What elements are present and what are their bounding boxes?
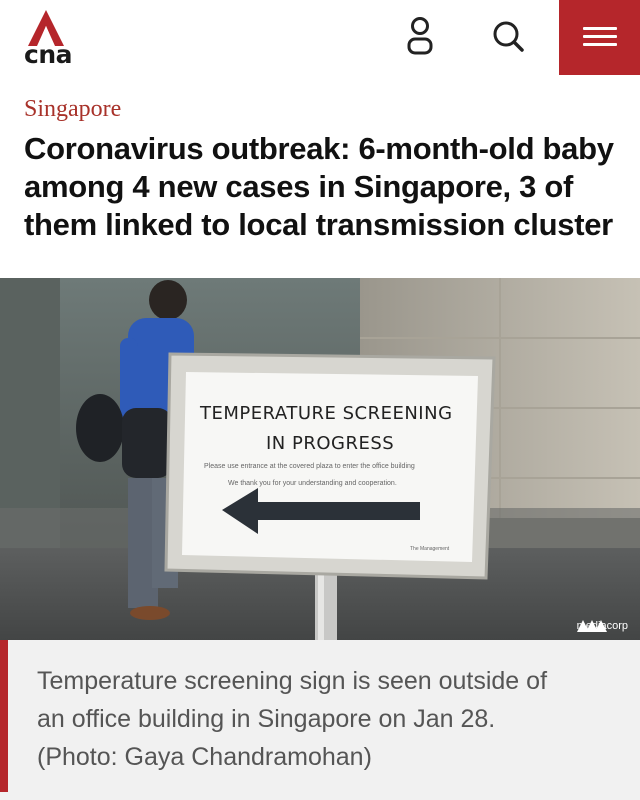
caption-text: Temperature screening sign is seen outsi… — [37, 667, 548, 771]
sign-instruction: Please use entrance at the covered plaza… — [204, 463, 415, 470]
menu-icon-bar — [583, 35, 617, 38]
menu-button[interactable] — [559, 0, 640, 75]
menu-icon-bar — [583, 27, 617, 30]
caption-accent-bar — [0, 640, 8, 792]
sign-thanks: We thank you for your understanding and … — [228, 480, 397, 487]
article-headline: Coronavirus outbreak: 6-month-old baby a… — [24, 131, 614, 242]
logo-text: cna — [24, 40, 73, 69]
photo-caption: Temperature screening sign is seen outsi… — [0, 640, 640, 800]
mediacorp-logo-icon — [576, 620, 607, 632]
section-label[interactable]: Singapore — [24, 96, 121, 123]
menu-icon-bar — [583, 43, 617, 46]
mediacorp-watermark: mediacorp — [576, 620, 628, 632]
article-photo[interactable]: TEMPERATURE SCREENING IN PROGRESS Please… — [0, 278, 640, 640]
search-icon[interactable] — [488, 14, 528, 58]
site-header: cna — [0, 0, 640, 80]
photo-scene — [0, 278, 640, 640]
sign-heading-line2: IN PROGRESS — [266, 433, 395, 454]
sign-management: The Management — [410, 546, 450, 552]
user-icon[interactable] — [400, 14, 440, 58]
sign-heading-line1: TEMPERATURE SCREENING — [200, 403, 453, 424]
